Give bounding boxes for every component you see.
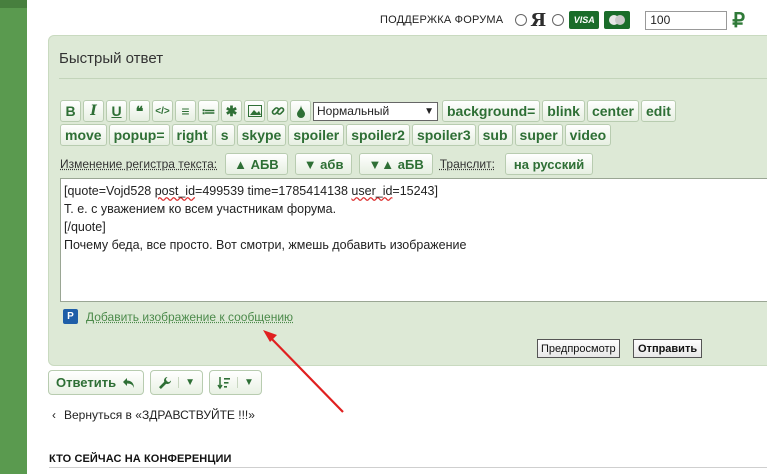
right-button[interactable]: right — [171, 124, 213, 146]
italic-button[interactable]: I — [83, 100, 104, 122]
sort-icon — [217, 376, 230, 389]
underline-button[interactable]: U — [106, 100, 127, 122]
toolbar-row-1: B I U ❝ </> ≡ ≔ ✱ Нормальный ▼ backgroun… — [60, 99, 767, 123]
translit-label: Транслит: — [439, 157, 495, 171]
chevron-left-icon: ‹ — [52, 408, 56, 422]
invert-case-button[interactable]: ▼▲ аБВ — [359, 153, 433, 175]
bold-button[interactable]: B — [60, 100, 81, 122]
background-button[interactable]: background= — [442, 100, 541, 122]
uppercase-button[interactable]: ▲ АБВ — [225, 153, 288, 175]
image-icon[interactable] — [244, 100, 265, 122]
post-actions: Ответить ▼ ▼ — [48, 370, 268, 395]
chevron-down-icon: ▼ — [178, 377, 195, 388]
wrench-icon — [159, 376, 172, 389]
editor-line-1: [quote=Vojd528 post_id=499539 time=17854… — [64, 184, 438, 198]
back-link-label: Вернуться в «ЗДРАВСТВУЙТЕ !!!» — [64, 408, 255, 422]
chevron-down-icon: ▼ — [424, 105, 434, 117]
list-icon[interactable]: ≡ — [175, 100, 196, 122]
spoiler2-button[interactable]: spoiler2 — [346, 124, 410, 146]
bbcode-toolbar: B I U ❝ </> ≡ ≔ ✱ Нормальный ▼ backgroun… — [60, 99, 767, 177]
sort-dropdown-button[interactable]: ▼ — [208, 370, 262, 395]
font-size-select[interactable]: Нормальный ▼ — [313, 101, 438, 121]
tools-dropdown-button[interactable]: ▼ — [150, 370, 203, 395]
strike-button[interactable]: s — [214, 124, 235, 146]
image-host-icon[interactable]: P — [63, 309, 78, 324]
blink-button[interactable]: blink — [542, 100, 585, 122]
forum-support-row: ПОДДЕРЖКА ФОРУМА Я VISA ₽ — [380, 8, 745, 33]
center-button[interactable]: center — [586, 100, 639, 122]
chevron-down-icon: ▼ — [236, 377, 254, 388]
case-change-row: Изменение регистра текста: ▲ АБВ ▼ абв ▼… — [60, 151, 767, 177]
font-size-select-value: Нормальный — [317, 104, 390, 118]
reply-arrow-icon — [123, 377, 135, 388]
ruble-icon[interactable]: ₽ — [732, 8, 745, 33]
sub-button[interactable]: sub — [477, 124, 513, 146]
support-label: ПОДДЕРЖКА ФОРУМА — [380, 14, 504, 26]
quick-reply-title: Быстрый ответ — [59, 50, 164, 67]
left-sidebar-strip-top — [0, 0, 27, 8]
yandex-icon: Я — [530, 9, 547, 31]
donation-amount-input[interactable] — [645, 10, 728, 30]
link-icon[interactable] — [267, 100, 288, 122]
asterisk-icon[interactable]: ✱ — [221, 100, 242, 122]
visa-icon: VISA — [569, 11, 600, 29]
code-icon[interactable]: </> — [152, 100, 173, 122]
video-button[interactable]: video — [564, 124, 612, 146]
skype-button[interactable]: skype — [236, 124, 287, 146]
editor-line-4: Почему беда, все просто. Вот смотри, жме… — [64, 238, 467, 252]
spoiler-button[interactable]: spoiler — [288, 124, 345, 146]
editor-line-3: [/quote] — [64, 220, 106, 234]
panel-divider — [59, 78, 767, 79]
popup-button[interactable]: popup= — [108, 124, 170, 146]
annotation-arrow-icon — [263, 330, 344, 413]
preview-button[interactable]: Предпросмотр — [537, 339, 620, 358]
quick-reply-panel: Быстрый ответ B I U ❝ </> ≡ ≔ ✱ Нормальн… — [48, 35, 767, 366]
section-divider — [49, 467, 767, 468]
spoiler3-button[interactable]: spoiler3 — [411, 124, 476, 146]
move-button[interactable]: move — [60, 124, 107, 146]
editor-line-2: Т. е. с уважением ко всем участникам фор… — [64, 202, 337, 216]
left-sidebar-strip — [0, 0, 27, 474]
reply-button[interactable]: Ответить — [48, 370, 145, 395]
edit-button[interactable]: edit — [641, 100, 676, 122]
translit-button[interactable]: на русский — [504, 153, 594, 175]
case-change-label: Изменение регистра текста: — [60, 157, 218, 171]
reply-label: Ответить — [56, 375, 117, 390]
send-button[interactable]: Отправить — [633, 339, 703, 358]
color-drop-icon[interactable] — [290, 100, 311, 122]
message-textarea[interactable]: [quote=Vojd528 post_id=499539 time=17854… — [60, 178, 767, 302]
yandex-radio[interactable] — [515, 14, 528, 26]
lowercase-button[interactable]: ▼ абв — [294, 153, 353, 175]
toolbar-row-2: move popup= right s skype spoiler spoile… — [60, 123, 767, 147]
super-button[interactable]: super — [514, 124, 563, 146]
mastercard-icon — [604, 11, 631, 29]
who-is-online-title: КТО СЕЙЧАС НА КОНФЕРЕНЦИИ — [49, 453, 232, 465]
card-radio[interactable] — [552, 14, 565, 26]
ordered-list-icon[interactable]: ≔ — [198, 100, 219, 122]
quote-icon[interactable]: ❝ — [129, 100, 150, 122]
back-to-topic-link[interactable]: ‹ Вернуться в «ЗДРАВСТВУЙТЕ !!!» — [52, 408, 255, 422]
